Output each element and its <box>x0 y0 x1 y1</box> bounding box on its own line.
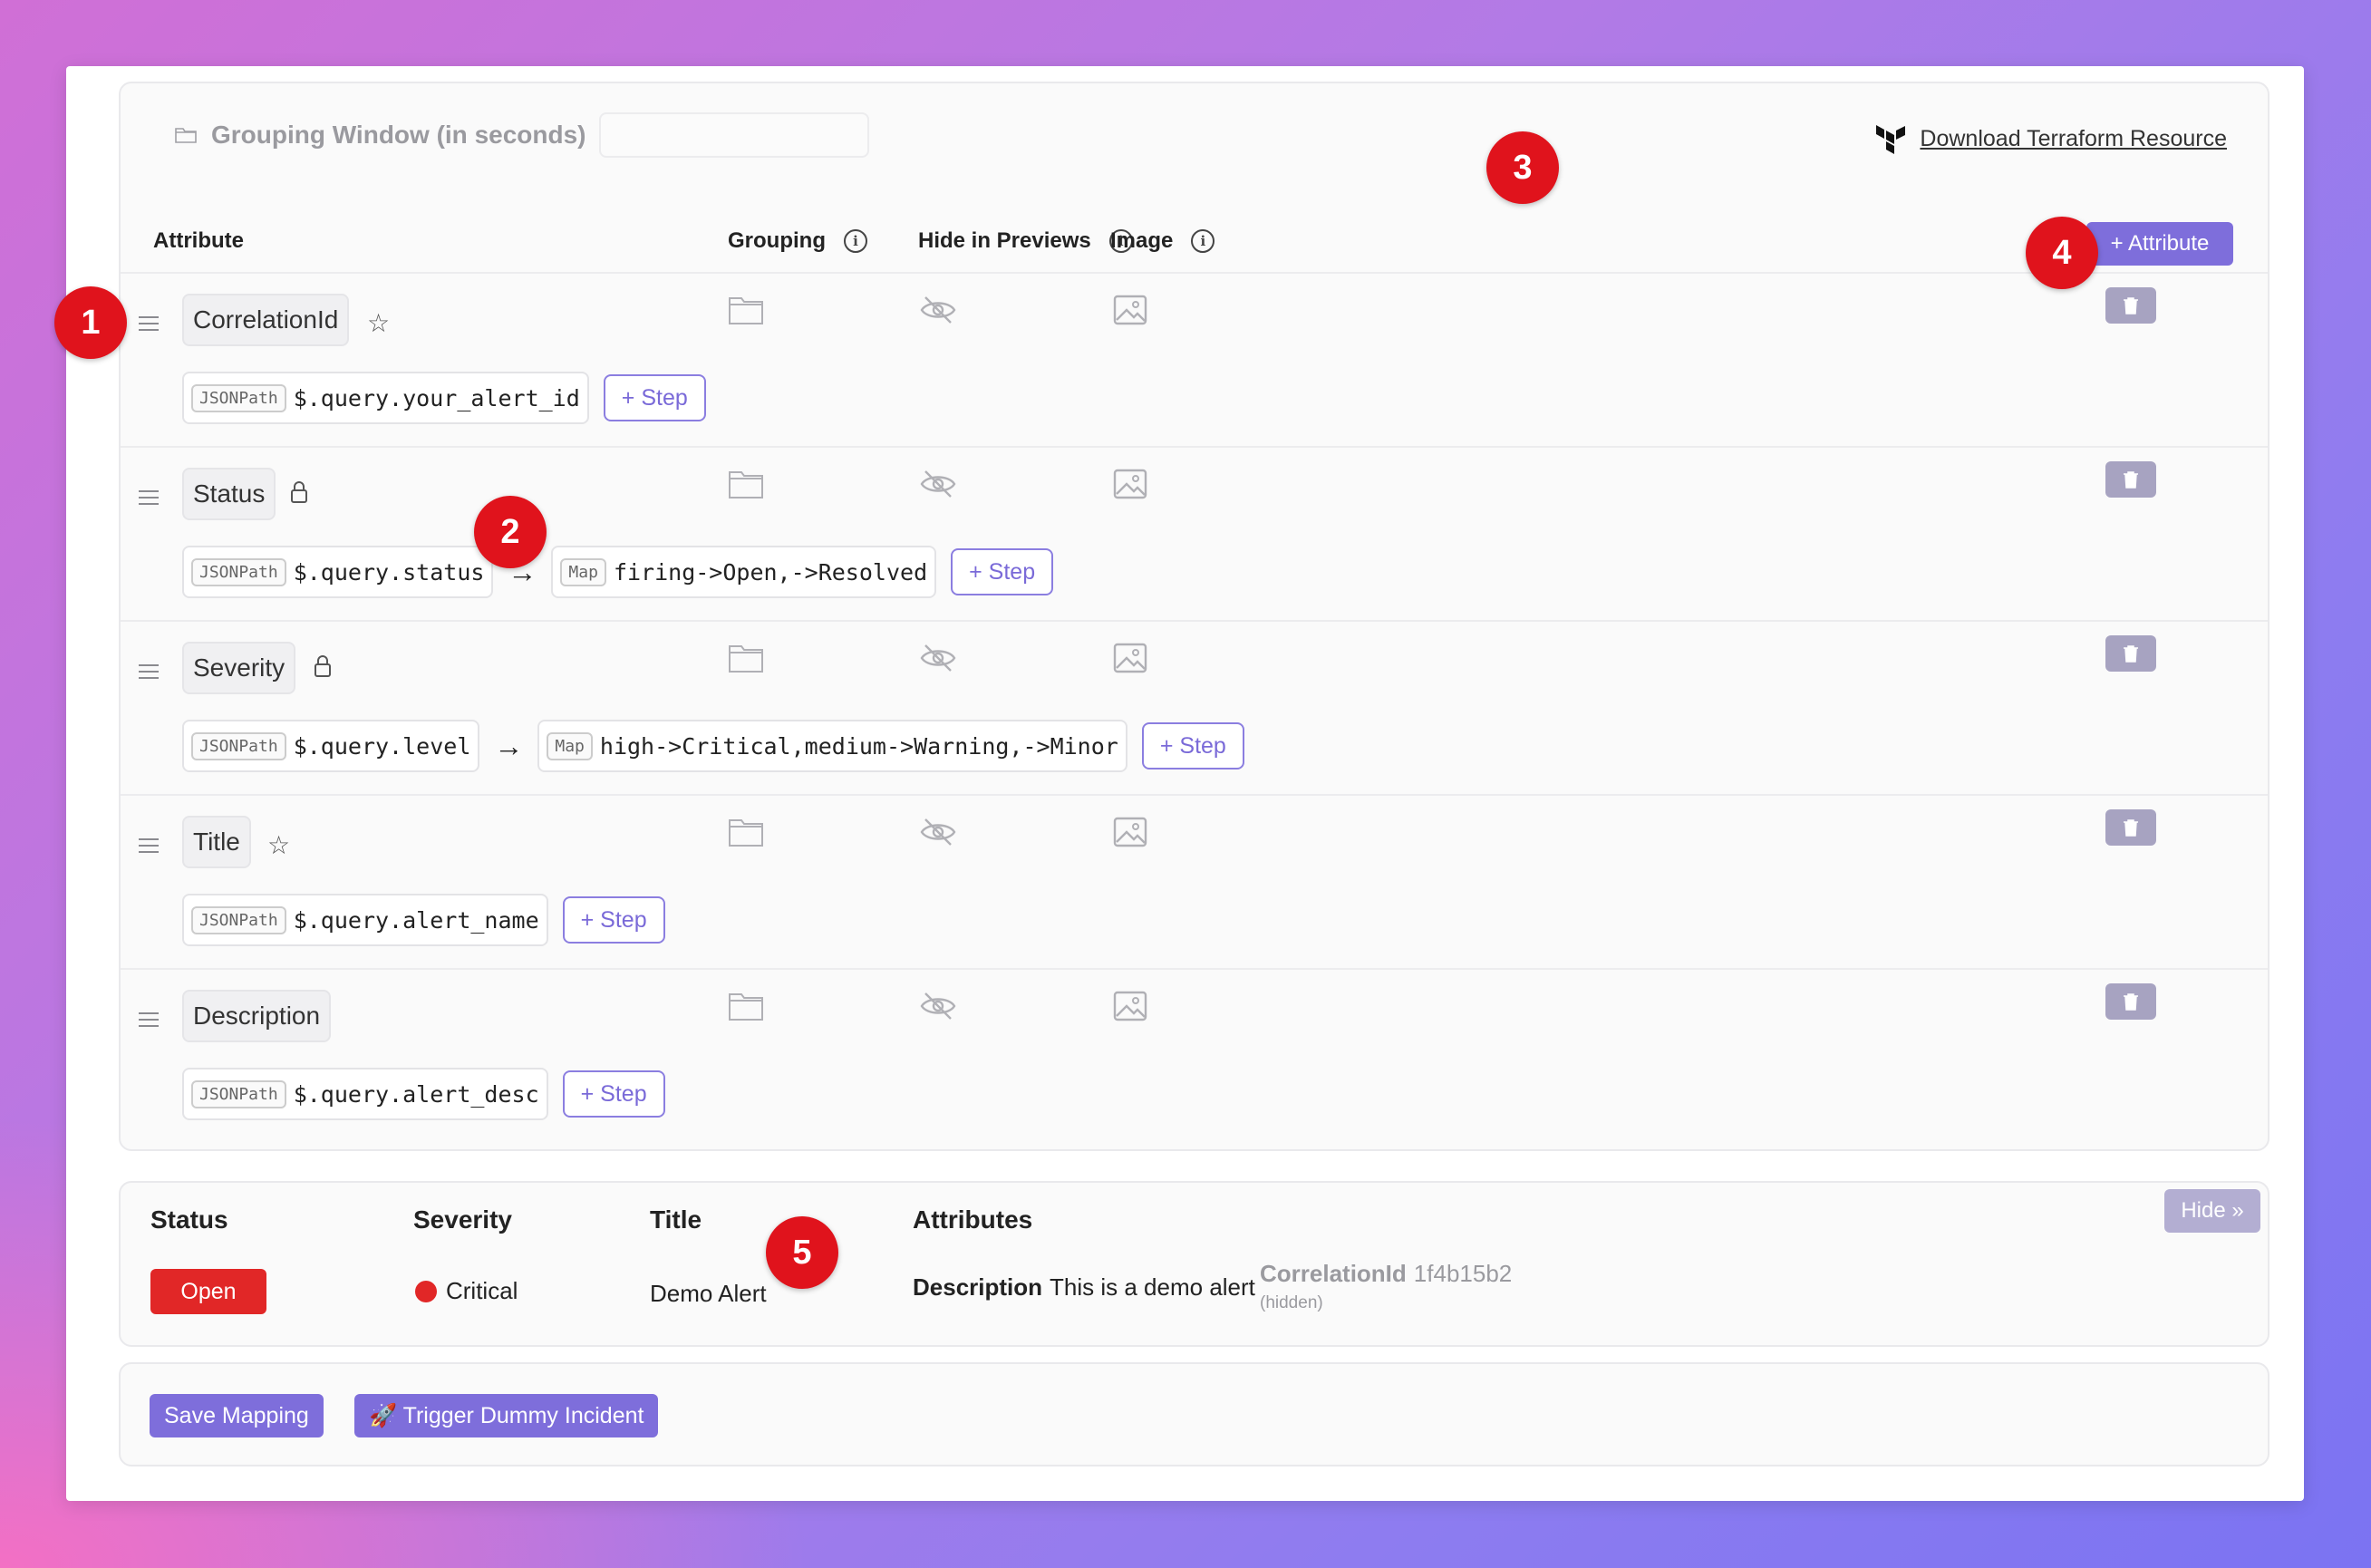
attribute-name[interactable]: CorrelationId <box>182 294 350 346</box>
eye-off-icon[interactable] <box>920 990 956 1022</box>
grouping-window: Grouping Window (in seconds) <box>175 111 869 160</box>
hidden-note: (hidden) <box>1260 1293 1323 1312</box>
step-list: JSONPath $.query.status → Map firing->Open… <box>182 546 1054 598</box>
delete-button[interactable] <box>2105 635 2156 672</box>
image-icon[interactable] <box>1112 990 1148 1022</box>
preview-severity-header: Severity <box>413 1205 512 1234</box>
attribute-row: Title ☆ JSONPath $.query.alert_name + Ste… <box>121 794 2268 968</box>
grouping-window-label: Grouping Window (in seconds) <box>211 121 586 149</box>
image-icon[interactable] <box>1112 294 1148 326</box>
attribute-name[interactable]: Status <box>182 468 276 520</box>
step-list: JSONPath $.query.alert_desc + Step <box>182 1068 665 1120</box>
eye-off-icon[interactable] <box>920 816 956 848</box>
attribute-name[interactable]: Severity <box>182 642 296 694</box>
step-list: JSONPath $.query.level → Map high->Critica… <box>182 720 1244 772</box>
terraform-icon <box>1876 125 1906 154</box>
star-icon[interactable]: ☆ <box>267 830 290 860</box>
jsonpath-step[interactable]: JSONPath $.query.alert_name <box>182 894 548 946</box>
image-icon[interactable] <box>1112 642 1148 674</box>
add-attribute-button[interactable]: + Attribute <box>2086 222 2233 266</box>
star-icon[interactable]: ☆ <box>367 308 390 338</box>
callout-marker: 2 <box>474 496 547 568</box>
arrow-right-icon: → <box>494 729 524 762</box>
step-list: JSONPath $.query.your_alert_id + Step <box>182 372 706 424</box>
preview-title-header: Title <box>650 1205 702 1234</box>
map-step[interactable]: Map high->Critical,medium->Warning,->Mino… <box>537 720 1127 772</box>
callout-marker: 3 <box>1486 131 1559 204</box>
image-icon[interactable] <box>1112 468 1148 500</box>
lock-icon <box>291 481 307 503</box>
save-mapping-button[interactable]: Save Mapping <box>150 1394 324 1437</box>
drag-handle-icon[interactable] <box>139 664 159 683</box>
jsonpath-step[interactable]: JSONPath $.query.level <box>182 720 480 772</box>
image-icon[interactable] <box>1112 816 1148 848</box>
eye-off-icon[interactable] <box>920 294 956 326</box>
callout-marker: 4 <box>2026 217 2098 289</box>
folder-icon[interactable] <box>728 642 764 674</box>
eye-off-icon[interactable] <box>920 642 956 674</box>
add-step-button[interactable]: + Step <box>562 896 665 944</box>
eye-off-icon[interactable] <box>920 468 956 500</box>
step-list: JSONPath $.query.alert_name + Step <box>182 894 665 946</box>
delete-button[interactable] <box>2105 287 2156 324</box>
column-header-attribute: Attribute <box>153 228 244 253</box>
attribute-name[interactable]: Title <box>182 816 251 868</box>
mapping-card: Grouping Window (in seconds) Download Te… <box>66 66 2304 1501</box>
terraform-download[interactable]: Download Terraform Resource <box>1874 123 2227 154</box>
folder-icon <box>175 128 197 143</box>
preview-correlation-id: CorrelationId 1f4b15b2 <box>1260 1260 1513 1287</box>
attribute-name[interactable]: Description <box>182 990 332 1042</box>
drag-handle-icon[interactable] <box>139 316 159 335</box>
folder-icon[interactable] <box>728 816 764 848</box>
hide-preview-button[interactable]: Hide » <box>2164 1189 2260 1233</box>
add-step-button[interactable]: + Step <box>951 548 1054 595</box>
add-step-button[interactable]: + Step <box>603 374 706 421</box>
attribute-row: Description JSONPath $.query.alert_desc +… <box>121 968 2268 1142</box>
attribute-mapping-panel: Grouping Window (in seconds) Download Te… <box>119 82 2269 1151</box>
map-step[interactable]: Map firing->Open,->Resolved <box>551 546 937 598</box>
trash-icon <box>2124 819 2138 837</box>
info-icon[interactable]: i <box>843 229 867 253</box>
drag-handle-icon[interactable] <box>139 490 159 509</box>
severity-indicator: Critical <box>415 1277 518 1305</box>
column-header-hide-in-previews: Hide in Previews i <box>918 228 1133 254</box>
trash-icon <box>2124 993 2138 1011</box>
delete-button[interactable] <box>2105 983 2156 1020</box>
trash-icon <box>2124 471 2138 489</box>
attribute-row: CorrelationId ☆ JSONPath $.query.your_ale… <box>121 272 2268 446</box>
folder-icon[interactable] <box>728 990 764 1022</box>
trigger-dummy-incident-button[interactable]: 🚀 Trigger Dummy Incident <box>354 1394 659 1437</box>
delete-button[interactable] <box>2105 809 2156 846</box>
severity-dot-icon <box>415 1280 437 1302</box>
jsonpath-step[interactable]: JSONPath $.query.status <box>182 546 494 598</box>
delete-button[interactable] <box>2105 461 2156 498</box>
action-panel: Save Mapping 🚀 Trigger Dummy Incident <box>119 1362 2269 1466</box>
download-terraform-link[interactable]: Download Terraform Resource <box>1920 126 2227 152</box>
status-badge: Open <box>150 1269 266 1314</box>
folder-icon[interactable] <box>728 294 764 326</box>
trash-icon <box>2124 297 2138 315</box>
callout-marker: 5 <box>766 1216 838 1289</box>
jsonpath-step[interactable]: JSONPath $.query.alert_desc <box>182 1068 548 1120</box>
grouping-window-input[interactable] <box>598 112 869 158</box>
incident-preview-panel: Status Severity Title Attributes Open Cr… <box>119 1181 2269 1347</box>
attribute-row: Severity JSONPath $.query.level → Map high… <box>121 620 2268 794</box>
jsonpath-step[interactable]: JSONPath $.query.your_alert_id <box>182 372 589 424</box>
info-icon[interactable]: i <box>1191 229 1215 253</box>
lock-icon <box>315 655 331 677</box>
preview-title-value: Demo Alert <box>650 1280 767 1307</box>
add-step-button[interactable]: + Step <box>1141 722 1244 769</box>
column-header-grouping: Grouping i <box>728 228 867 254</box>
attribute-row: Status JSONPath $.query.status → Map firin… <box>121 446 2268 620</box>
preview-description: Description This is a demo alert <box>913 1273 1255 1301</box>
column-header-image: Image i <box>1110 228 1215 254</box>
drag-handle-icon[interactable] <box>139 838 159 857</box>
add-step-button[interactable]: + Step <box>562 1070 665 1118</box>
drag-handle-icon[interactable] <box>139 1012 159 1031</box>
preview-status-header: Status <box>150 1205 228 1234</box>
preview-attributes-header: Attributes <box>913 1205 1033 1234</box>
callout-marker: 1 <box>54 286 127 359</box>
folder-icon[interactable] <box>728 468 764 500</box>
trash-icon <box>2124 645 2138 663</box>
